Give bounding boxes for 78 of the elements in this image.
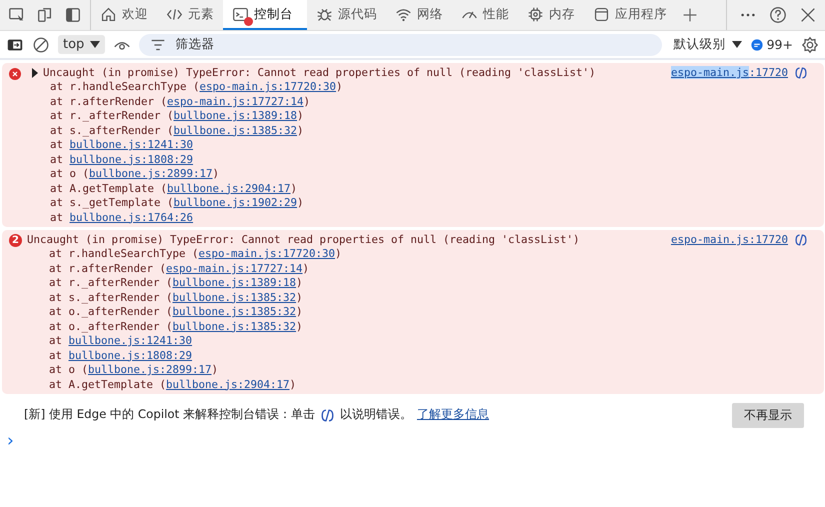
source-link[interactable]: bullbone.js:1385:32 bbox=[174, 124, 298, 137]
dismiss-button[interactable]: 不再显示 bbox=[732, 402, 804, 428]
stack-frame: at r.afterRender (espo-main.js:17727:14) bbox=[27, 262, 818, 276]
source-link[interactable]: bullbone.js:2904:17 bbox=[167, 182, 291, 195]
issue-count[interactable]: 99+ bbox=[766, 37, 793, 52]
source-link[interactable]: bullbone.js:2904:17 bbox=[166, 378, 290, 391]
source-link[interactable]: espo-main.js:17720:30 bbox=[200, 80, 336, 94]
chip-icon bbox=[527, 6, 544, 22]
tab[interactable]: 源代码 bbox=[307, 0, 386, 30]
source-link[interactable]: espo-main.js:17727:14 bbox=[167, 94, 304, 108]
stack-frame: at bullbone.js:1241:30 bbox=[27, 334, 818, 349]
notice-text: [新] 使用 Edge 中的 Copilot 来解释控制台错误：单击 bbox=[24, 407, 315, 424]
error-text: Uncaught (in promise) TypeError: Cannot read properties of null (reading 'classList') bbox=[43, 66, 596, 80]
notice-text: 以说明错误。 bbox=[340, 407, 412, 424]
tab[interactable]: 应用程序 bbox=[584, 0, 676, 30]
stack-frame: at r.handleSearchType (espo-main.js:17720:30) bbox=[27, 247, 818, 262]
source-link[interactable]: espo-main.js:17727:14 bbox=[166, 262, 303, 275]
tab[interactable]: 性能 bbox=[452, 0, 518, 30]
stack-frame: at r._afterRender (bullbone.js:1389:18) bbox=[43, 109, 818, 124]
source-link[interactable]: bullbone.js:1385:32 bbox=[172, 305, 296, 318]
expand-arrow[interactable] bbox=[32, 68, 38, 78]
terminal-icon bbox=[232, 6, 249, 22]
source-link[interactable]: bullbone.js:1808:29 bbox=[68, 348, 192, 362]
source-link[interactable]: bullbone.js:1389:18 bbox=[172, 276, 296, 290]
stack-frame: at s._afterRender (bullbone.js:1385:32) bbox=[43, 124, 818, 138]
source-link[interactable]: bullbone.js:1241:30 bbox=[70, 138, 194, 152]
tab[interactable]: 内存 bbox=[518, 0, 584, 30]
close-icon[interactable] bbox=[799, 6, 817, 24]
copilot-icon[interactable] bbox=[320, 408, 335, 423]
device-icon[interactable] bbox=[36, 6, 54, 24]
learn-more-link[interactable]: 了解更多信息 bbox=[416, 407, 489, 424]
stack-frame: at o (bullbone.js:2899:17) bbox=[43, 167, 818, 182]
panel-icon[interactable] bbox=[64, 6, 82, 24]
error-text: Uncaught (in promise) TypeError: Cannot read properties of null (reading 'classList') bbox=[27, 232, 580, 248]
tab[interactable]: 控制台 bbox=[223, 0, 307, 30]
context-dropdown[interactable]: top bbox=[58, 35, 106, 54]
source-link[interactable]: bullbone.js:1241:30 bbox=[68, 334, 192, 348]
copilot-icon[interactable] bbox=[794, 233, 808, 248]
source-link[interactable]: bullbone.js:1385:32 bbox=[172, 290, 296, 304]
stack-frame: at bullbone.js:1764:26 bbox=[43, 210, 818, 225]
stack-frame: at bullbone.js:1808:29 bbox=[27, 348, 818, 364]
filter-field[interactable]: 筛选器 bbox=[139, 34, 662, 56]
help-icon[interactable] bbox=[769, 6, 787, 24]
stack-frame: at A.getTemplate (bullbone.js:2904:17) bbox=[43, 182, 818, 196]
window-icon bbox=[593, 6, 610, 22]
source-link[interactable]: bullbone.js:2899:17 bbox=[89, 167, 213, 180]
stack-frame: at o._afterRender (bullbone.js:1385:32) bbox=[27, 320, 818, 334]
settings-icon[interactable] bbox=[801, 36, 819, 54]
source-link[interactable]: bullbone.js:1808:29 bbox=[70, 152, 194, 166]
source-link[interactable]: espo-main.js:17720:30 bbox=[198, 247, 336, 260]
stack-frame: at s._afterRender (bullbone.js:1385:32) bbox=[27, 290, 818, 306]
error-icon bbox=[9, 68, 21, 80]
source-link[interactable]: bullbone.js:1764:26 bbox=[70, 210, 194, 224]
stack-frame: at bullbone.js:1241:30 bbox=[43, 138, 818, 153]
message-icon[interactable] bbox=[750, 38, 764, 52]
source-link[interactable]: bullbone.js:1389:18 bbox=[174, 109, 298, 122]
stack-frame: at bullbone.js:1808:29 bbox=[43, 152, 818, 168]
source-link[interactable]: bullbone.js:1902:29 bbox=[174, 196, 298, 210]
add-tab-icon[interactable] bbox=[682, 7, 698, 23]
tab[interactable]: 欢迎 bbox=[91, 0, 157, 30]
clear-icon[interactable] bbox=[32, 36, 50, 54]
stack-frame: at s._getTemplate (bullbone.js:1902:29) bbox=[43, 196, 818, 211]
stack-frame: at r.handleSearchType (espo-main.js:17720:30) bbox=[43, 80, 818, 95]
stack-frame: at o._afterRender (bullbone.js:1385:32) bbox=[27, 305, 818, 320]
stack-frame: at o (bullbone.js:2899:17) bbox=[27, 363, 818, 378]
prompt-caret[interactable]: › bbox=[7, 430, 14, 451]
count-badge: 2 bbox=[9, 234, 22, 247]
level-dropdown[interactable]: 默认级别 bbox=[674, 36, 742, 53]
tab[interactable]: 元素 bbox=[157, 0, 223, 30]
stack-frame: at r._afterRender (bullbone.js:1389:18) bbox=[27, 276, 818, 291]
source-link[interactable]: bullbone.js:1385:32 bbox=[172, 320, 296, 333]
source-link[interactable]: bullbone.js:2899:17 bbox=[88, 363, 212, 376]
tab[interactable]: 网络 bbox=[386, 0, 452, 30]
home-icon bbox=[100, 6, 117, 22]
copilot-icon[interactable] bbox=[794, 66, 808, 80]
stack-frame: at r.afterRender (espo-main.js:17727:14) bbox=[43, 94, 818, 110]
source-link[interactable]: espo-main.js:17720 bbox=[670, 232, 788, 248]
stack-frame: at A.getTemplate (bullbone.js:2904:17) bbox=[27, 378, 818, 392]
